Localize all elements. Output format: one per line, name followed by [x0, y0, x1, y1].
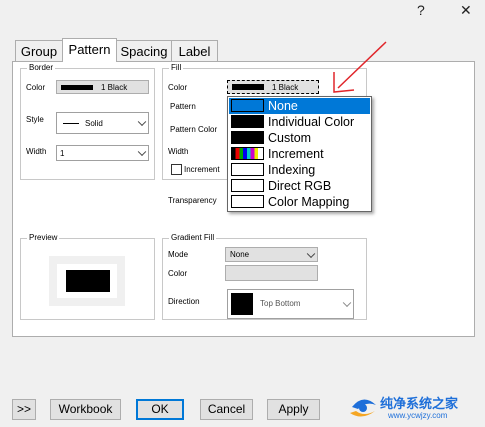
- swatch-icon: [231, 195, 264, 208]
- dropdown-item-indexing[interactable]: Indexing: [229, 162, 370, 178]
- close-button[interactable]: ✕: [460, 2, 472, 19]
- border-style-select[interactable]: Solid: [56, 112, 149, 134]
- ok-button[interactable]: OK: [136, 399, 184, 420]
- dropdown-item-none[interactable]: None: [229, 98, 370, 114]
- cancel-button[interactable]: Cancel: [200, 399, 253, 420]
- border-style-value: Solid: [85, 119, 103, 128]
- dropdown-item-increment[interactable]: Increment: [229, 146, 370, 162]
- solid-line-sample: [63, 123, 79, 124]
- chevron-down-icon: [137, 117, 147, 127]
- tab-label[interactable]: Label: [171, 40, 218, 61]
- swatch-icon: [231, 179, 264, 192]
- direction-swatch: [231, 293, 253, 315]
- apply-button[interactable]: Apply: [267, 399, 320, 420]
- black-swatch: [61, 85, 93, 90]
- fill-color-value: 1 Black: [272, 83, 299, 92]
- fill-color-label: Color: [168, 83, 188, 92]
- workbook-button-label: Workbook: [58, 402, 113, 416]
- swatch-icon: [231, 115, 264, 128]
- chevron-down-icon: [342, 298, 352, 308]
- fill-width-label: Width: [168, 147, 189, 156]
- watermark-logo-icon: [350, 399, 376, 417]
- gradient-color-button[interactable]: [225, 265, 318, 281]
- dropdown-item-custom[interactable]: Custom: [229, 130, 370, 146]
- dropdown-item-label: Color Mapping: [268, 195, 350, 209]
- border-legend: Border: [29, 63, 54, 72]
- gradient-direction-value: Top Bottom: [260, 299, 301, 308]
- dropdown-item-label: Custom: [268, 131, 312, 145]
- increment-label: Increment: [184, 165, 220, 174]
- border-style-label: Style: [26, 115, 44, 124]
- tab-spacing-label: Spacing: [120, 44, 168, 59]
- gradient-mode-select[interactable]: None: [225, 247, 318, 262]
- border-width-select[interactable]: 1: [56, 145, 149, 161]
- preview-swatch: [66, 270, 110, 292]
- tab-group[interactable]: Group: [15, 40, 63, 61]
- gradient-direction-select[interactable]: Top Bottom: [227, 289, 354, 319]
- gradient-mode-value: None: [230, 250, 250, 259]
- dropdown-item-label: Individual Color: [268, 115, 355, 129]
- expand-button-label: >>: [16, 402, 31, 416]
- expand-button[interactable]: >>: [12, 399, 36, 420]
- preview-frame: [49, 256, 125, 306]
- tab-pattern-label: Pattern: [68, 42, 111, 57]
- increment-checkbox[interactable]: [171, 164, 182, 175]
- color-dropdown-list: None Individual Color Custom Increment I…: [227, 96, 372, 212]
- dropdown-item-individual-color[interactable]: Individual Color: [229, 114, 370, 130]
- tab-spacing[interactable]: Spacing: [116, 40, 172, 61]
- dropdown-item-direct-rgb[interactable]: Direct RGB: [229, 178, 370, 194]
- dropdown-item-color-mapping[interactable]: Color Mapping: [229, 194, 370, 210]
- watermark: 纯净系统之家 www.ycwjzy.com: [348, 391, 483, 425]
- ok-button-label: OK: [151, 402, 169, 416]
- black-swatch: [232, 84, 264, 90]
- multicolor-swatch-icon: [231, 147, 264, 160]
- apply-button-label: Apply: [278, 402, 309, 416]
- fill-pattern-color-label: Pattern Color: [170, 125, 218, 134]
- gradient-direction-label: Direction: [168, 297, 200, 306]
- border-color-label: Color: [26, 83, 46, 92]
- fill-color-button[interactable]: 1 Black: [227, 80, 319, 94]
- border-color-button[interactable]: 1 Black: [56, 80, 149, 94]
- annotation-arrow-icon: [333, 41, 387, 93]
- tab-group-label: Group: [20, 44, 58, 59]
- gradient-color-label: Color: [168, 269, 188, 278]
- chevron-down-icon: [137, 147, 147, 157]
- gradient-fill-legend: Gradient Fill: [171, 233, 215, 242]
- chevron-down-icon: [306, 249, 316, 258]
- preview-canvas: [57, 264, 117, 298]
- tab-pattern[interactable]: Pattern: [62, 38, 117, 62]
- tab-label-label: Label: [178, 44, 211, 59]
- help-button[interactable]: ?: [417, 2, 425, 18]
- border-width-label: Width: [26, 147, 47, 156]
- dropdown-item-label: Indexing: [268, 163, 316, 177]
- border-width-value: 1: [60, 149, 65, 158]
- swatch-icon: [231, 99, 264, 112]
- swatch-icon: [231, 163, 264, 176]
- border-color-value: 1 Black: [101, 83, 128, 92]
- transparency-label: Transparency: [168, 196, 217, 205]
- cancel-button-label: Cancel: [207, 402, 246, 416]
- preview-legend: Preview: [29, 233, 58, 242]
- fill-legend: Fill: [171, 63, 182, 72]
- watermark-brand: 纯净系统之家: [380, 396, 459, 411]
- dropdown-item-label: Increment: [268, 147, 324, 161]
- fill-pattern-label: Pattern: [170, 102, 196, 111]
- dropdown-item-label: Direct RGB: [268, 179, 332, 193]
- dropdown-item-label: None: [268, 99, 298, 113]
- watermark-url: www.ycwjzy.com: [388, 411, 448, 420]
- workbook-button[interactable]: Workbook: [50, 399, 121, 420]
- gradient-mode-label: Mode: [168, 250, 189, 259]
- swatch-icon: [231, 131, 264, 144]
